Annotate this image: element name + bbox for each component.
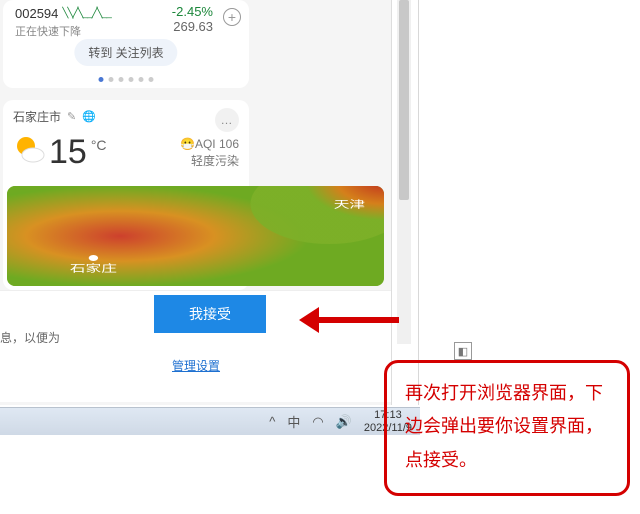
globe-icon[interactable]: 🌐 (82, 110, 96, 123)
scrollbar-thumb[interactable] (399, 0, 409, 200)
wifi-icon[interactable]: ◠ (312, 414, 323, 430)
edit-icon[interactable]: ✎ (67, 110, 76, 123)
weather-city: 石家庄市 (13, 108, 61, 125)
temperature-value: 15 (49, 133, 87, 172)
ime-indicator[interactable]: 中 (287, 412, 300, 431)
goto-watchlist-button[interactable]: 转到 关注列表 (74, 39, 177, 66)
stock-value: 269.63 (172, 19, 213, 34)
stock-change-percent: -2.45% (172, 4, 213, 19)
mask-icon: 😷 (180, 137, 195, 151)
aqi-description: 轻度污染 (180, 153, 239, 170)
weather-sun-cloud-icon (13, 133, 45, 165)
tray-chevron-icon[interactable]: ^ (269, 414, 275, 429)
map-city-main: 石家庄 (70, 262, 117, 274)
scrollbar-vertical[interactable] (397, 0, 411, 344)
manage-settings-link[interactable]: 管理设置 (172, 357, 220, 374)
aqi-label: AQI 106 (195, 137, 239, 151)
side-panel-toggle-icon[interactable]: ◧ (454, 342, 472, 360)
accept-button[interactable]: 我接受 (154, 295, 266, 333)
weather-heatmap[interactable]: 石家庄 天津 (7, 186, 384, 286)
temperature-unit: °C (91, 137, 107, 153)
consent-partial-text: 息，以便为 (0, 329, 60, 346)
add-stock-icon[interactable]: + (223, 8, 241, 26)
volume-icon[interactable]: 🔊 (336, 414, 352, 430)
carousel-dots[interactable] (99, 77, 154, 82)
annotation-box: 再次打开浏览器界面，下边会弹出要你设置界面，点接受。 (384, 360, 630, 496)
sparkline-icon: ╲╲╱╲__╱╲__ (62, 8, 110, 19)
stock-card[interactable]: 002594 ╲╲╱╲__╱╲__ 正在快速下降 -2.45% 269.63 +… (3, 0, 249, 88)
widgets-feed-panel: 002594 ╲╲╱╲__╱╲__ 正在快速下降 -2.45% 269.63 +… (0, 0, 392, 405)
map-city-other: 天津 (334, 199, 365, 210)
more-icon[interactable]: … (215, 108, 239, 132)
annotation-arrow (299, 307, 399, 333)
stock-code: 002594 (15, 6, 58, 21)
taskbar: ^ 中 ◠ 🔊 17:13 2022/11/9 (0, 407, 420, 435)
panel-divider (418, 0, 419, 405)
